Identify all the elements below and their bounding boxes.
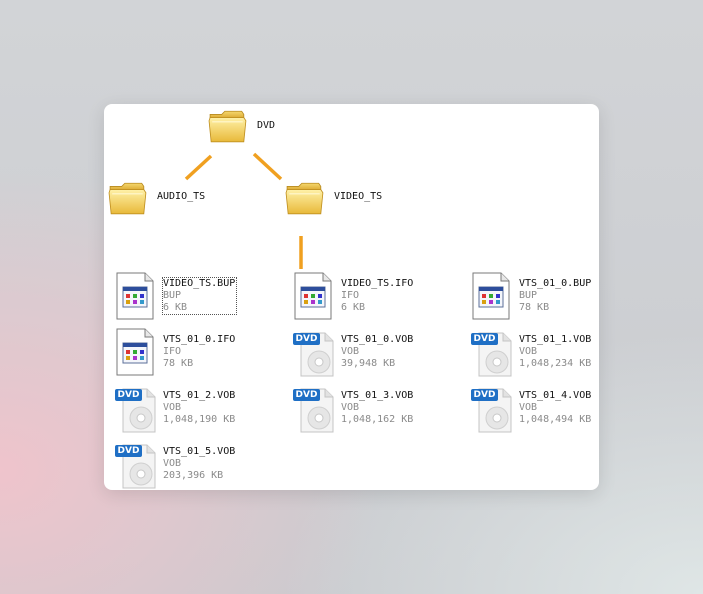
dvd-badge: DVD bbox=[293, 389, 320, 401]
dvd-badge: DVD bbox=[115, 389, 142, 401]
file-vts-01-0-ifo[interactable] bbox=[115, 328, 155, 376]
file-video-ts-bup[interactable] bbox=[115, 272, 155, 320]
document-icon bbox=[115, 328, 155, 376]
file-type: VOB bbox=[519, 346, 538, 357]
file-size: 39,948 KB bbox=[341, 358, 396, 369]
file-name: VTS_01_1.VOB bbox=[519, 334, 592, 345]
file-size: 6 KB bbox=[341, 302, 366, 313]
file-vts-01-1-vob[interactable]: DVD bbox=[471, 330, 513, 378]
file-name: VTS_01_0.IFO bbox=[163, 334, 236, 345]
video-ts-folder[interactable] bbox=[285, 178, 325, 218]
dvd-folder[interactable] bbox=[208, 106, 248, 146]
file-type: VOB bbox=[341, 346, 360, 357]
file-info: VTS_01_0.BUP BUP 78 KB bbox=[519, 278, 591, 314]
file-name: VTS_01_0.VOB bbox=[341, 334, 414, 345]
dvd-badge: DVD bbox=[471, 389, 498, 401]
file-name: VTS_01_5.VOB bbox=[163, 446, 236, 457]
file-type: BUP bbox=[519, 290, 538, 301]
folder-icon bbox=[285, 178, 325, 218]
audio-ts-folder-label: AUDIO_TS bbox=[157, 191, 206, 202]
file-vts-01-3-vob[interactable]: DVD bbox=[293, 386, 335, 434]
file-info: VTS_01_5.VOB VOB 203,396 KB bbox=[163, 446, 235, 482]
file-type: IFO bbox=[341, 290, 360, 301]
file-type: VOB bbox=[163, 402, 182, 413]
file-name: VTS_01_3.VOB bbox=[341, 390, 414, 401]
dvd-folder-label: DVD bbox=[257, 120, 276, 131]
folder-structure-panel: DVD AUDIO_TS VIDEO_TS VIDEO_TS.BUP BUP 6… bbox=[104, 104, 599, 490]
file-type: VOB bbox=[519, 402, 538, 413]
file-info: VTS_01_1.VOB VOB 1,048,234 KB bbox=[519, 334, 591, 370]
document-icon bbox=[293, 272, 333, 320]
video-ts-folder-label: VIDEO_TS bbox=[334, 191, 383, 202]
file-name: VTS_01_4.VOB bbox=[519, 390, 592, 401]
file-vts-01-0-vob[interactable]: DVD bbox=[293, 330, 335, 378]
document-icon bbox=[471, 272, 511, 320]
file-vts-01-5-vob[interactable]: DVD bbox=[115, 442, 157, 490]
file-type: VOB bbox=[163, 458, 182, 469]
file-type: VOB bbox=[341, 402, 360, 413]
file-vts-01-2-vob[interactable]: DVD bbox=[115, 386, 157, 434]
dvd-badge: DVD bbox=[293, 333, 320, 345]
file-type: IFO bbox=[163, 346, 182, 357]
file-info: VIDEO_TS.IFO IFO 6 KB bbox=[341, 278, 413, 314]
file-size: 203,396 KB bbox=[163, 470, 224, 481]
dvd-badge: DVD bbox=[115, 445, 142, 457]
folder-icon bbox=[108, 178, 148, 218]
file-size: 78 KB bbox=[519, 302, 550, 313]
file-info: VTS_01_3.VOB VOB 1,048,162 KB bbox=[341, 390, 413, 426]
file-size: 1,048,190 KB bbox=[163, 414, 236, 425]
file-size: 78 KB bbox=[163, 358, 194, 369]
file-info: VTS_01_0.IFO IFO 78 KB bbox=[163, 334, 235, 370]
file-info: VTS_01_2.VOB VOB 1,048,190 KB bbox=[163, 390, 235, 426]
file-type: BUP bbox=[163, 290, 182, 301]
file-video-ts-ifo[interactable] bbox=[293, 272, 333, 320]
file-info: VTS_01_0.VOB VOB 39,948 KB bbox=[341, 334, 413, 370]
file-info: VTS_01_4.VOB VOB 1,048,494 KB bbox=[519, 390, 591, 426]
file-vts-01-4-vob[interactable]: DVD bbox=[471, 386, 513, 434]
file-info-selected: VIDEO_TS.BUP BUP 6 KB bbox=[162, 277, 237, 315]
file-vts-01-0-bup[interactable] bbox=[471, 272, 511, 320]
audio-ts-folder[interactable] bbox=[108, 178, 148, 218]
folder-icon bbox=[208, 106, 248, 146]
document-icon bbox=[115, 272, 155, 320]
file-name: VTS_01_0.BUP bbox=[519, 278, 592, 289]
dvd-badge: DVD bbox=[471, 333, 498, 345]
file-size: 1,048,494 KB bbox=[519, 414, 592, 425]
file-name: VIDEO_TS.BUP bbox=[163, 278, 236, 289]
file-name: VIDEO_TS.IFO bbox=[341, 278, 414, 289]
file-name: VTS_01_2.VOB bbox=[163, 390, 236, 401]
file-size: 6 KB bbox=[163, 302, 188, 313]
connector-dvd-video bbox=[252, 152, 283, 181]
file-size: 1,048,234 KB bbox=[519, 358, 592, 369]
file-size: 1,048,162 KB bbox=[341, 414, 414, 425]
connector-dvd-audio bbox=[184, 154, 213, 181]
